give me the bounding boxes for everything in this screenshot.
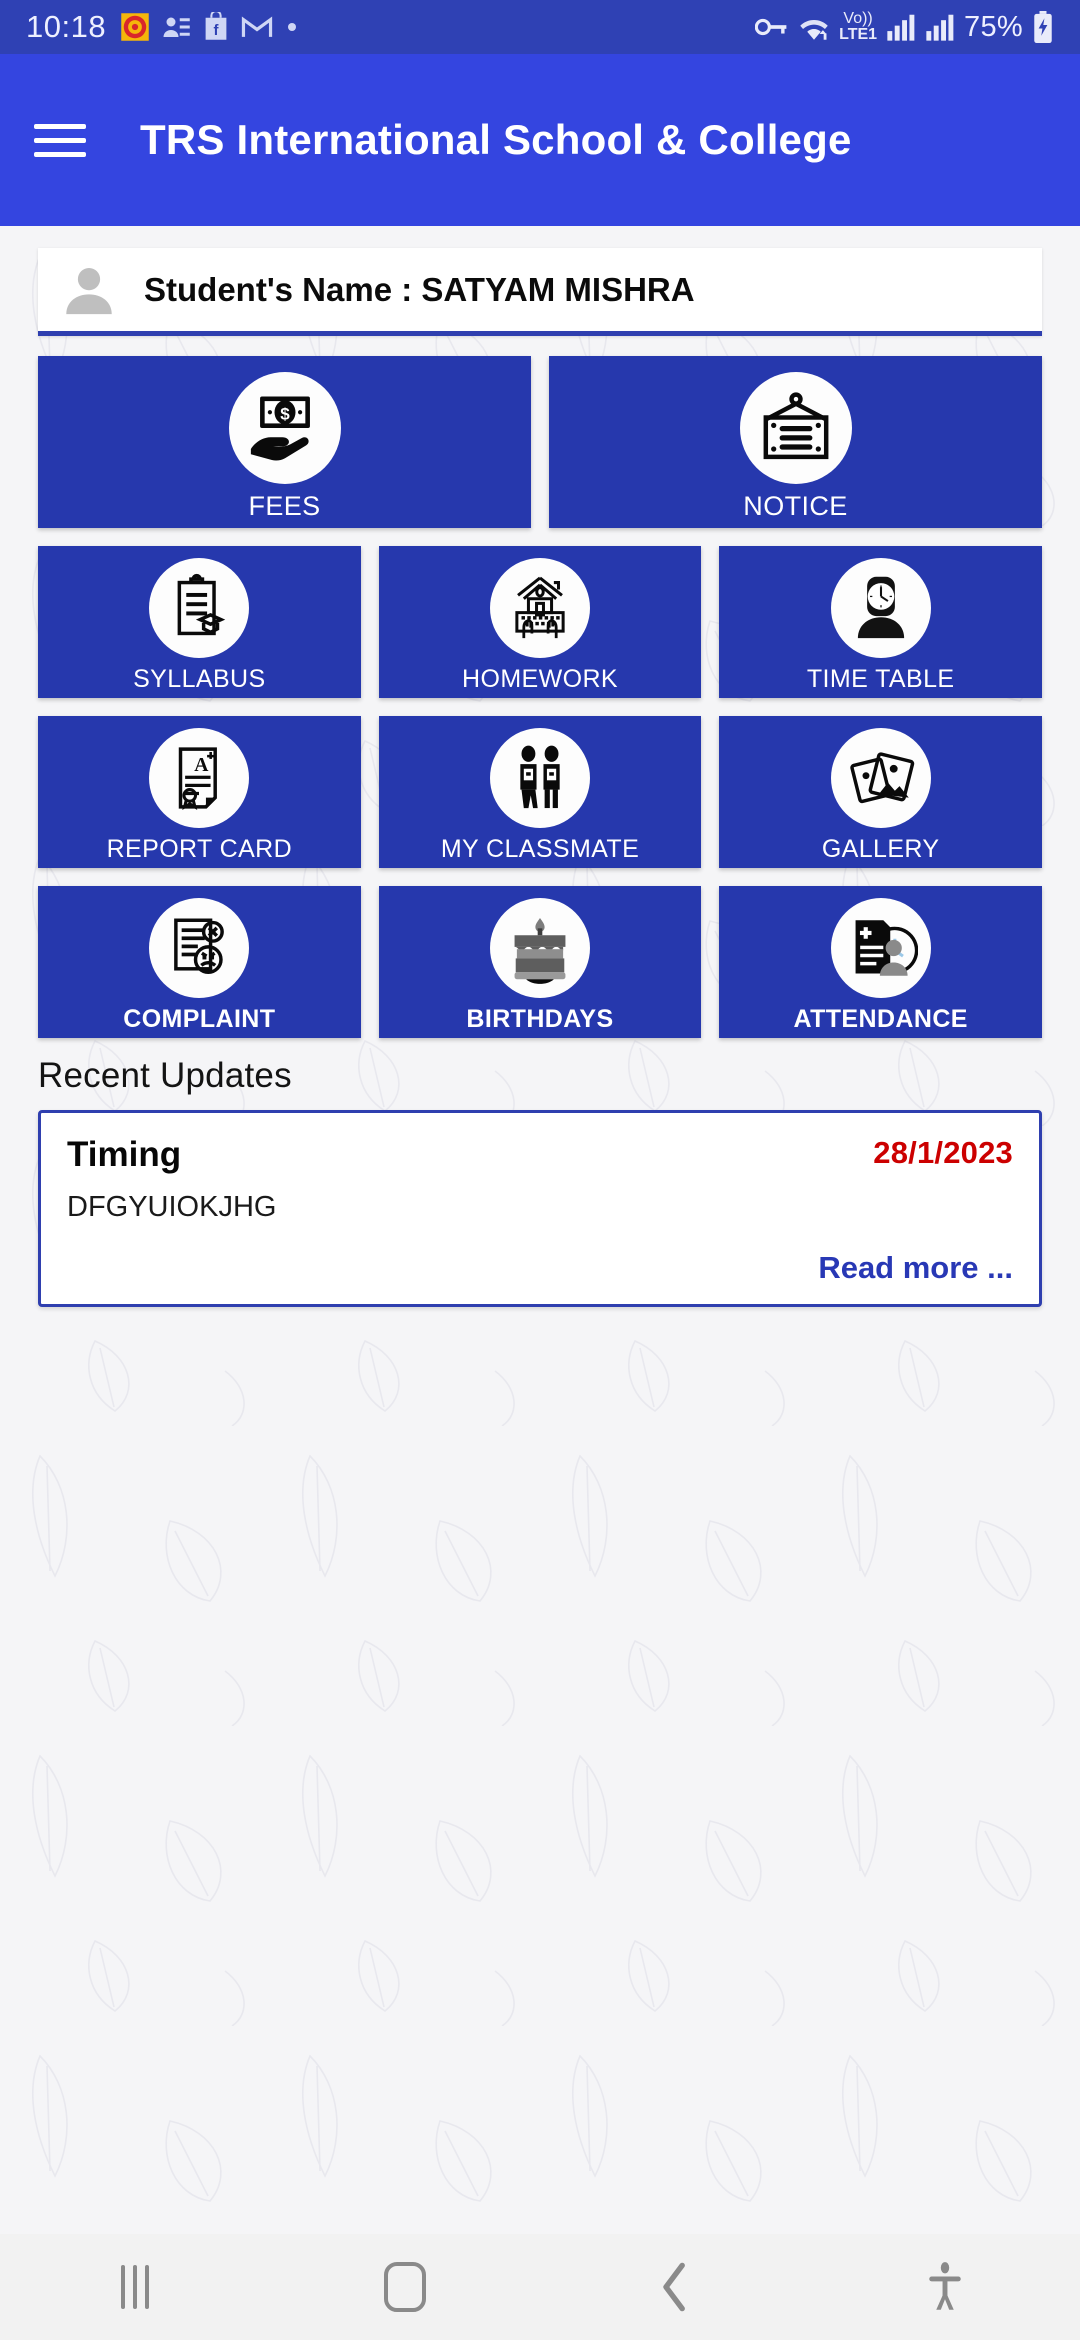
tile-label: NOTICE — [743, 491, 848, 521]
home-icon — [384, 2262, 426, 2312]
signal-bars-2-icon — [926, 14, 954, 41]
tile-label: ATTENDANCE — [793, 1005, 968, 1033]
tile-label: BIRTHDAYS — [466, 1005, 614, 1033]
volte-icon: Vo)) LTE1 — [839, 10, 878, 43]
gmail-icon — [241, 16, 273, 37]
update-body: DFGYUIOKJHG — [67, 1191, 277, 1223]
attendance-clipboard-clock-icon — [830, 898, 931, 998]
tile-complaint[interactable]: COMPLAINT — [38, 886, 361, 1038]
student-name-card[interactable]: Student's Name : SATYAM MISHRA — [38, 248, 1042, 336]
money-in-hand-icon: $ — [228, 372, 341, 484]
recents-icon — [121, 2265, 149, 2309]
document-angry-face-icon — [149, 898, 250, 998]
status-bar-system-icons: Vo)) LTE1 75% — [755, 11, 1054, 44]
tile-label: COMPLAINT — [123, 1005, 276, 1033]
app-bar: TRS International School & College — [0, 54, 1080, 226]
recents-button[interactable] — [0, 2265, 270, 2309]
certificate-a-plus-icon: A — [149, 728, 250, 828]
tile-label: SYLLABUS — [133, 665, 266, 693]
two-students-icon — [490, 728, 590, 828]
contacts-app-icon — [163, 17, 190, 37]
svg-text:A: A — [195, 754, 210, 776]
mandala-app-icon — [121, 13, 149, 41]
main-content: Student's Name : SATYAM MISHRA $ FEES NO… — [0, 226, 1080, 2234]
tile-attendance[interactable]: ATTENDANCE — [719, 886, 1043, 1038]
update-title: Timing — [67, 1135, 182, 1174]
menu-row-3: A REPORT CARD MY CLASSMATE GALLERY — [38, 716, 1043, 868]
clock-person-icon — [830, 558, 931, 658]
accessibility-button[interactable] — [810, 2260, 1080, 2314]
update-card[interactable]: Timing 28/1/2023 DFGYUIOKJHG Read more .… — [38, 1110, 1042, 1307]
tile-my-classmate[interactable]: MY CLASSMATE — [378, 716, 702, 868]
hamburger-menu-icon[interactable] — [34, 123, 86, 157]
menu-row-4: COMPLAINT BIRTHDAYS ATTENDANCE — [38, 886, 1043, 1038]
wifi-icon — [800, 20, 828, 40]
birthday-cake-icon — [490, 898, 590, 998]
vpn-key-icon — [755, 18, 787, 36]
student-name-label: Student's Name : SATYAM MISHRA — [144, 270, 695, 308]
update-card-header: Timing 28/1/2023 — [67, 1135, 1013, 1175]
menu-grid: $ FEES NOTICE SYLLABUS HOMEWORK TIME TAB… — [38, 356, 1043, 1038]
status-bar: 10:18 f Vo)) LTE1 75% — [0, 0, 1080, 54]
dot-indicator — [288, 23, 297, 31]
tile-gallery[interactable]: GALLERY — [719, 716, 1043, 868]
signal-bars-icon — [887, 14, 915, 41]
clipboard-graduation-icon — [149, 558, 250, 658]
page-title: TRS International School & College — [140, 116, 852, 163]
photos-icon — [830, 728, 931, 828]
accessibility-icon — [929, 2262, 961, 2310]
menu-row-1: $ FEES NOTICE — [38, 356, 1042, 528]
home-button[interactable] — [270, 2262, 540, 2312]
recent-updates-title: Recent Updates — [38, 1056, 292, 1095]
tile-label: HOMEWORK — [462, 665, 618, 693]
status-bar-notification-icons: f — [120, 12, 297, 42]
tile-report-card[interactable]: A REPORT CARD — [38, 716, 361, 868]
battery-charging-icon — [1034, 11, 1052, 43]
back-icon — [663, 2262, 685, 2312]
tile-homework[interactable]: HOMEWORK — [378, 546, 702, 698]
menu-row-2: SYLLABUS HOMEWORK TIME TABLE — [38, 546, 1043, 698]
update-date: 28/1/2023 — [873, 1135, 1013, 1170]
tile-time-table[interactable]: TIME TABLE — [719, 546, 1043, 698]
tile-label: MY CLASSMATE — [440, 835, 640, 863]
tile-label: TIME TABLE — [806, 665, 955, 693]
system-nav-bar — [0, 2234, 1080, 2340]
svg-text:$: $ — [280, 404, 290, 423]
tile-label: FEES — [248, 491, 321, 521]
hanging-notice-board-icon — [739, 372, 852, 484]
battery-percent: 75% — [964, 10, 1023, 43]
house-keyboard-hands-icon — [490, 558, 590, 658]
tile-birthdays[interactable]: BIRTHDAYS — [378, 886, 702, 1038]
tile-syllabus[interactable]: SYLLABUS — [38, 546, 361, 698]
tile-label: REPORT CARD — [106, 835, 293, 863]
tile-label: GALLERY — [821, 835, 940, 863]
back-button[interactable] — [540, 2260, 810, 2314]
tile-notice[interactable]: NOTICE — [549, 356, 1042, 528]
person-avatar-icon — [66, 267, 112, 314]
status-bar-clock: 10:18 — [26, 9, 107, 44]
tile-fees[interactable]: $ FEES — [38, 356, 531, 528]
read-more-link[interactable]: Read more ... — [67, 1250, 1013, 1286]
flipkart-app-icon: f — [205, 12, 227, 40]
